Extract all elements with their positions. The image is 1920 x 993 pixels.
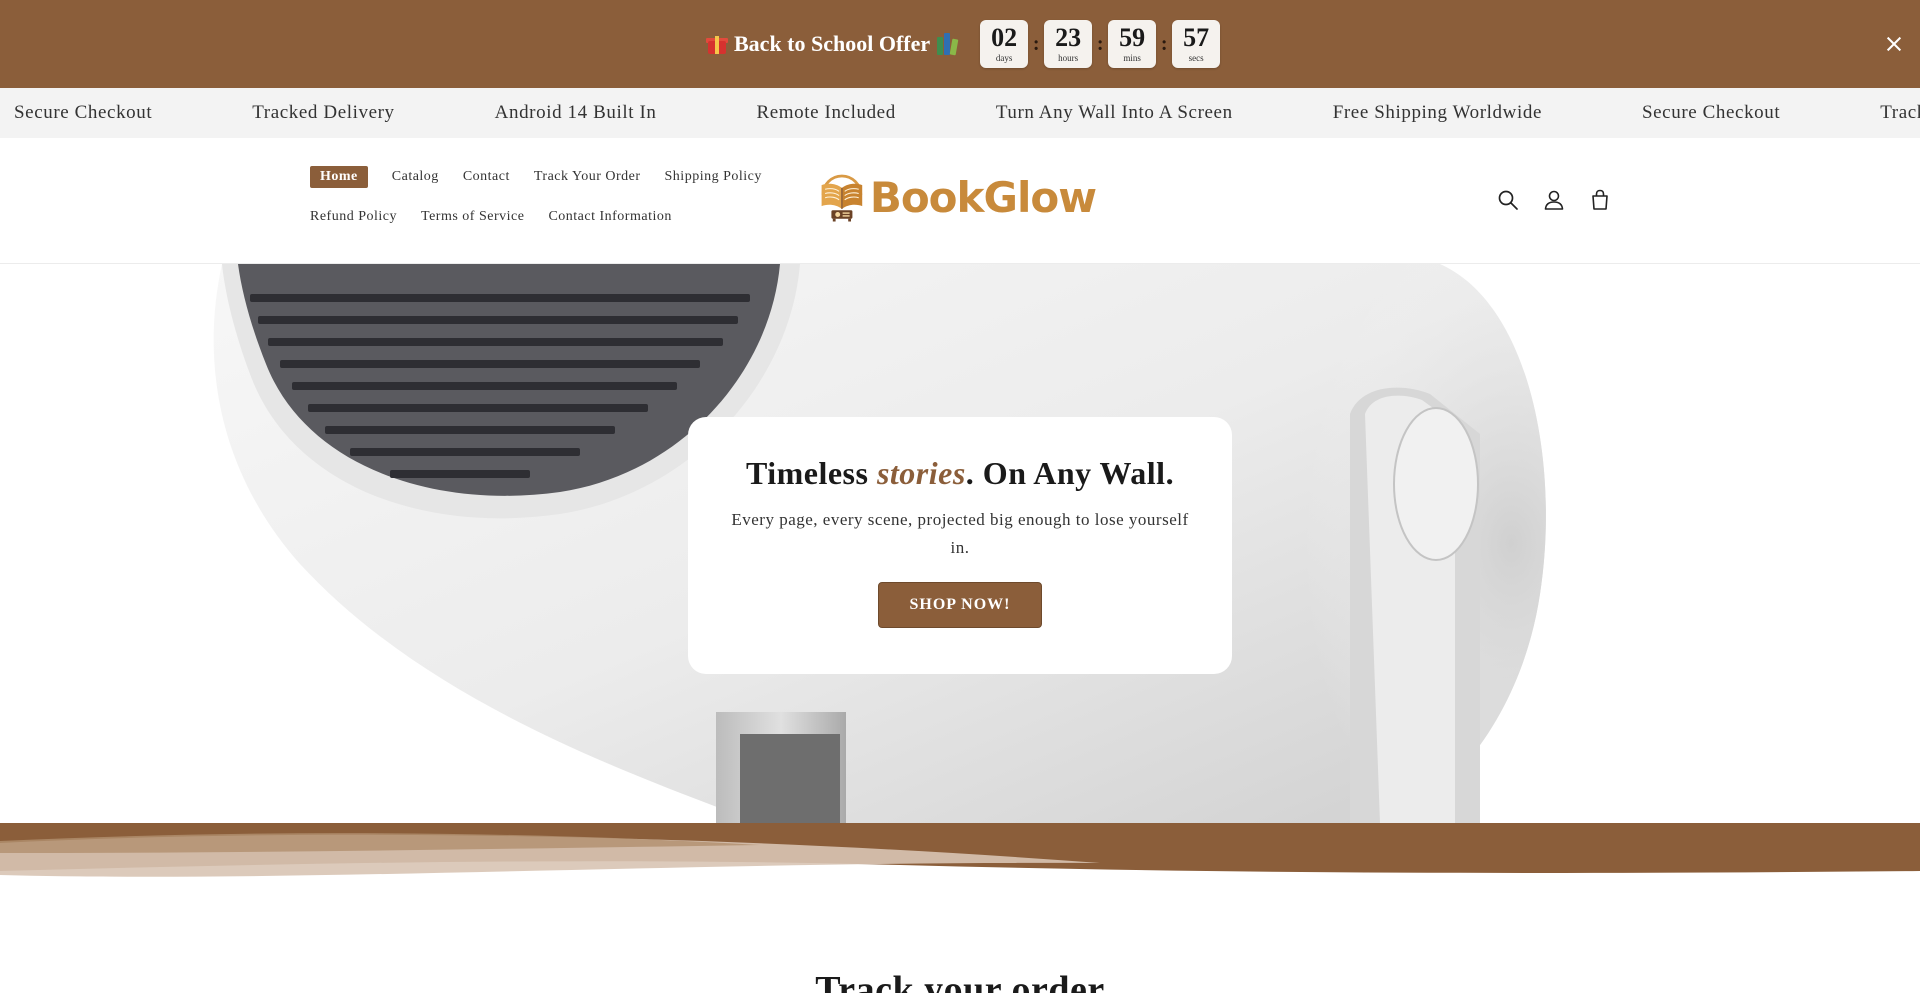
countdown-separator: : bbox=[1032, 32, 1040, 55]
nav-refund-policy[interactable]: Refund Policy bbox=[310, 209, 397, 225]
countdown-days: 02 days bbox=[980, 20, 1029, 68]
close-icon[interactable] bbox=[1880, 30, 1908, 58]
offer-label: Back to School Offer bbox=[734, 31, 931, 56]
marquee-item: Secure Checkout bbox=[1641, 102, 1781, 123]
track-order-heading: Track your order bbox=[815, 969, 1105, 993]
announcement-bar: Back to School Offer 02 days : 23 hours … bbox=[0, 0, 1920, 88]
nav-shipping-policy[interactable]: Shipping Policy bbox=[665, 169, 762, 185]
main-nav-row-1: Home Catalog Contact Track Your Order Sh… bbox=[310, 166, 762, 188]
feature-marquee: Secure Checkout Tracked Delivery Android… bbox=[0, 88, 1920, 138]
nav-contact-information[interactable]: Contact Information bbox=[548, 209, 671, 225]
countdown-timer: 02 days : 23 hours : 59 mins : 57 secs bbox=[980, 20, 1221, 68]
account-icon[interactable] bbox=[1542, 188, 1566, 212]
hero-banner: Timeless stories. On Any Wall. Every pag… bbox=[0, 264, 1920, 823]
shop-now-button[interactable]: SHOP NOW! bbox=[878, 582, 1042, 628]
site-logo[interactable]: BookGlow bbox=[816, 160, 1097, 234]
books-icon bbox=[936, 33, 959, 56]
nav-catalog[interactable]: Catalog bbox=[392, 169, 439, 185]
marquee-item: Tracked Delivery bbox=[1880, 102, 1920, 123]
marquee-item: Tracked Delivery bbox=[252, 102, 395, 123]
logo-wordmark: BookGlow bbox=[869, 172, 1097, 222]
marquee-item: Remote Included bbox=[756, 102, 896, 123]
marquee-item: Free Shipping Worldwide bbox=[1332, 102, 1542, 123]
countdown-secs: 57 secs bbox=[1172, 20, 1221, 68]
nav-terms-of-service[interactable]: Terms of Service bbox=[421, 209, 524, 225]
countdown-separator: : bbox=[1160, 32, 1168, 55]
book-projector-logo-icon bbox=[821, 174, 863, 222]
wave-divider bbox=[0, 823, 1920, 893]
site-header: Home Catalog Contact Track Your Order Sh… bbox=[0, 138, 1920, 264]
nav-home[interactable]: Home bbox=[310, 166, 368, 188]
countdown-separator: : bbox=[1096, 32, 1104, 55]
hero-title: Timeless stories. On Any Wall. bbox=[745, 455, 1175, 491]
search-icon[interactable] bbox=[1496, 188, 1520, 212]
nav-contact[interactable]: Contact bbox=[463, 169, 510, 185]
hero-subtitle: Every page, every scene, projected big e… bbox=[731, 510, 1189, 557]
nav-track-order[interactable]: Track Your Order bbox=[534, 169, 641, 185]
cart-icon[interactable] bbox=[1588, 188, 1612, 212]
header-actions bbox=[1496, 188, 1612, 212]
hero-card: Timeless stories. On Any Wall. Every pag… bbox=[688, 417, 1232, 674]
marquee-item: Android 14 Built In bbox=[494, 102, 657, 123]
countdown-hours: 23 hours bbox=[1044, 20, 1093, 68]
marquee-item: Secure Checkout bbox=[14, 102, 153, 123]
gift-icon bbox=[706, 34, 728, 54]
marquee-item: Turn Any Wall Into A Screen bbox=[995, 102, 1233, 123]
main-nav-row-2: Refund Policy Terms of Service Contact I… bbox=[310, 209, 672, 225]
countdown-mins: 59 mins bbox=[1108, 20, 1157, 68]
offer-text: Back to School Offer bbox=[706, 31, 959, 57]
hero-title-accent: stories bbox=[876, 455, 966, 491]
